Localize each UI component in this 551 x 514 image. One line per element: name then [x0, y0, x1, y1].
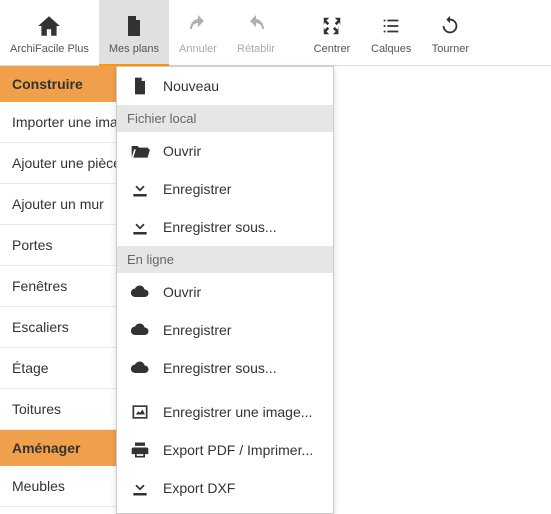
menu-label: Nouveau	[163, 78, 219, 94]
new-file-icon	[129, 75, 151, 97]
cloud-upload-as-icon	[129, 357, 151, 379]
file-icon	[121, 13, 147, 39]
expand-icon	[319, 13, 345, 39]
download-as-icon	[129, 216, 151, 238]
menu-local-ouvrir[interactable]: Ouvrir	[117, 132, 333, 170]
undo-icon	[185, 13, 211, 39]
folder-open-icon	[129, 140, 151, 162]
menu-label: Enregistrer une image...	[163, 404, 312, 420]
mes-plans-dropdown: Nouveau Fichier local Ouvrir Enregistrer…	[116, 66, 334, 514]
menu-label: Enregistrer	[163, 181, 231, 197]
top-toolbar: ArchiFacile Plus Mes plans Annuler Rétab…	[0, 0, 551, 66]
menu-export-dxf[interactable]: Export DXF	[117, 469, 333, 507]
toolbar-label: ArchiFacile Plus	[10, 43, 89, 55]
toolbar-label: Annuler	[179, 43, 217, 55]
menu-label: Ouvrir	[163, 284, 201, 300]
toolbar-tourner[interactable]: Tourner	[421, 0, 479, 65]
list-icon	[378, 13, 404, 39]
menu-label: Enregistrer sous...	[163, 360, 277, 376]
print-icon	[129, 439, 151, 461]
toolbar-label: Mes plans	[109, 43, 159, 55]
menu-enregistrer-image[interactable]: Enregistrer une image...	[117, 393, 333, 431]
menu-label: Export DXF	[163, 480, 235, 496]
rotate-icon	[437, 13, 463, 39]
toolbar-archifacile-plus[interactable]: ArchiFacile Plus	[0, 0, 99, 65]
menu-local-enregistrer[interactable]: Enregistrer	[117, 170, 333, 208]
toolbar-mes-plans[interactable]: Mes plans	[99, 0, 169, 65]
section-fichier-local: Fichier local	[117, 105, 333, 132]
toolbar-centrer[interactable]: Centrer	[303, 0, 361, 65]
toolbar-retablir[interactable]: Rétablir	[227, 0, 285, 65]
toolbar-label: Calques	[371, 43, 411, 55]
menu-label: Enregistrer sous...	[163, 219, 277, 235]
menu-label: Enregistrer	[163, 322, 231, 338]
section-en-ligne: En ligne	[117, 246, 333, 273]
redo-icon	[243, 13, 269, 39]
download-icon	[129, 178, 151, 200]
toolbar-label: Tourner	[432, 43, 469, 55]
image-icon	[129, 401, 151, 423]
toolbar-annuler[interactable]: Annuler	[169, 0, 227, 65]
export-dxf-icon	[129, 477, 151, 499]
home-icon	[36, 13, 62, 39]
toolbar-calques[interactable]: Calques	[361, 0, 421, 65]
menu-label: Ouvrir	[163, 143, 201, 159]
toolbar-label: Centrer	[314, 43, 351, 55]
menu-local-enregistrer-sous[interactable]: Enregistrer sous...	[117, 208, 333, 246]
menu-nouveau[interactable]: Nouveau	[117, 67, 333, 105]
menu-enligne-ouvrir[interactable]: Ouvrir	[117, 273, 333, 311]
cloud-download-icon	[129, 281, 151, 303]
toolbar-label: Rétablir	[237, 43, 275, 55]
menu-label: Export PDF / Imprimer...	[163, 442, 313, 458]
menu-export-pdf[interactable]: Export PDF / Imprimer...	[117, 431, 333, 469]
cloud-upload-icon	[129, 319, 151, 341]
menu-enligne-enregistrer[interactable]: Enregistrer	[117, 311, 333, 349]
menu-enligne-enregistrer-sous[interactable]: Enregistrer sous...	[117, 349, 333, 387]
